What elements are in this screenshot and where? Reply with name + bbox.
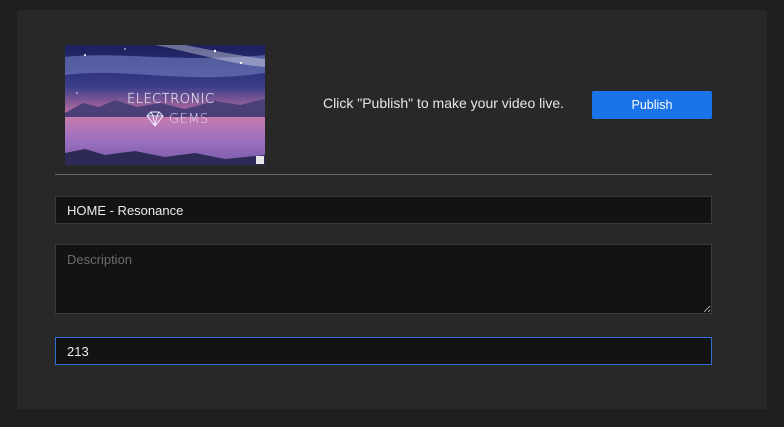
upload-panel: ELECTRONIC GEMS Click "Publish" to make … xyxy=(17,10,767,409)
publish-message: Click "Publish" to make your video live. xyxy=(323,95,565,111)
thumbnail-subtitle-text: GEMS xyxy=(169,112,209,127)
video-thumbnail: ELECTRONIC GEMS xyxy=(65,45,265,165)
description-textarea[interactable] xyxy=(55,244,712,314)
divider xyxy=(55,174,712,175)
title-input[interactable] xyxy=(55,196,712,224)
tags-input[interactable] xyxy=(55,337,712,365)
publish-button[interactable]: Publish xyxy=(592,91,712,119)
diamond-icon xyxy=(146,111,164,127)
thumbnail-title-text: ELECTRONIC xyxy=(127,92,215,107)
